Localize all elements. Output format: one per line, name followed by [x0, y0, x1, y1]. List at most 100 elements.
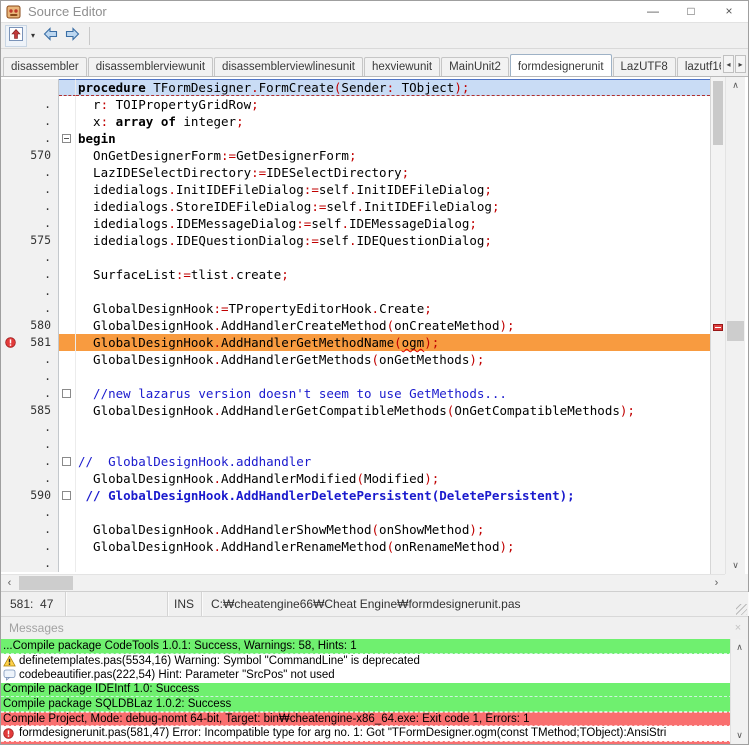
code-text[interactable]: GlobalDesignHook.AddHandlerCreateMethod(… [76, 317, 725, 334]
code-text[interactable]: idedialogs.IDEMessageDialog:=self.IDEMes… [76, 215, 725, 232]
code-text[interactable] [76, 504, 725, 521]
tab-hexviewunit[interactable]: hexviewunit [364, 57, 440, 76]
fold-margin[interactable] [59, 283, 76, 300]
messages-scroll-down-icon[interactable]: ∨ [731, 727, 748, 744]
fold-margin[interactable] [59, 113, 76, 130]
code-line[interactable]: . begin [1, 130, 725, 147]
code-text[interactable]: GlobalDesignHook.AddHandlerShowMethod(on… [76, 521, 725, 538]
fold-margin[interactable] [59, 419, 76, 436]
code-text[interactable]: GlobalDesignHook:=TPropertyEditorHook.Cr… [76, 300, 725, 317]
code-text[interactable]: idedialogs.StoreIDEFileDialog:=self.Init… [76, 198, 725, 215]
code-text[interactable] [76, 436, 725, 453]
scroll-left-icon[interactable]: ‹ [1, 575, 18, 591]
tab-disassembler[interactable]: disassembler [3, 57, 87, 76]
code-text[interactable]: x: array of integer; [76, 113, 725, 130]
gutter-cell[interactable]: . [1, 215, 59, 232]
jump-dropdown-button[interactable]: ▾ [27, 25, 39, 47]
back-button[interactable] [39, 25, 61, 47]
code-editor[interactable]: procedure TFormDesigner.FormCreate(Sende… [1, 77, 748, 591]
scroll-right-icon[interactable]: › [708, 575, 725, 591]
minimize-button[interactable]: — [634, 1, 672, 22]
tab-lazutf16[interactable]: lazutf16 [677, 57, 721, 76]
code-line[interactable]: . [1, 368, 725, 385]
code-line[interactable]: . x: array of integer; [1, 113, 725, 130]
code-line[interactable]: 590 // GlobalDesignHook.AddHandlerDelete… [1, 487, 725, 504]
gutter-cell[interactable]: . [1, 538, 59, 555]
code-text[interactable] [76, 249, 725, 266]
code-fold-icon[interactable] [62, 134, 71, 143]
fold-margin[interactable] [59, 232, 76, 249]
tab-disassemblerviewlinesunit[interactable]: disassemblerviewlinesunit [214, 57, 363, 76]
message-row[interactable]: Compile package IDEIntf 1.0: Success [1, 683, 732, 698]
fold-margin[interactable] [59, 453, 76, 470]
code-text[interactable]: GlobalDesignHook.AddHandlerGetMethods(on… [76, 351, 725, 368]
code-line[interactable]: . // GlobalDesignHook.addhandler [1, 453, 725, 470]
code-line[interactable]: . idedialogs.InitIDEFileDialog:=self.Ini… [1, 181, 725, 198]
gutter-cell[interactable]: . [1, 130, 59, 147]
gutter-cell[interactable]: . [1, 453, 59, 470]
code-text[interactable]: GlobalDesignHook.AddHandlerGetCompatible… [76, 402, 725, 419]
code-text[interactable]: GlobalDesignHook.AddHandlerModified(Modi… [76, 470, 725, 487]
code-text[interactable] [76, 283, 725, 300]
editor-vertical-scrollbar[interactable]: ∧ ∨ [725, 77, 745, 574]
code-text[interactable]: // GlobalDesignHook.addhandler [76, 453, 725, 470]
gutter-cell[interactable]: . [1, 504, 59, 521]
code-line[interactable]: . [1, 436, 725, 453]
tab-LazUTF8[interactable]: LazUTF8 [613, 57, 676, 76]
gutter-cell[interactable]: . [1, 521, 59, 538]
tab-scroll-left-button[interactable]: ◂ [723, 55, 734, 73]
tab-formdesignerunit[interactable]: formdesignerunit [510, 54, 612, 76]
code-text[interactable]: procedure TFormDesigner.FormCreate(Sende… [76, 79, 725, 96]
code-text[interactable]: SurfaceList:=tlist.create; [76, 266, 725, 283]
code-text[interactable]: OnGetDesignerForm:=GetDesignerForm; [76, 147, 725, 164]
scroll-down-icon[interactable]: ∨ [726, 557, 745, 574]
code-line[interactable]: 580 GlobalDesignHook.AddHandlerCreateMet… [1, 317, 725, 334]
fold-margin[interactable] [59, 147, 76, 164]
gutter-cell[interactable]: 581 [1, 334, 59, 351]
scroll-up-icon[interactable]: ∧ [726, 77, 745, 94]
code-fold-icon[interactable] [62, 389, 71, 398]
fold-margin[interactable] [59, 249, 76, 266]
code-text[interactable] [76, 419, 725, 436]
message-row[interactable]: Compile Project, Mode: debug-nomt 64-bit… [1, 712, 732, 727]
gutter-cell[interactable]: . [1, 198, 59, 215]
forward-button[interactable] [61, 25, 83, 47]
code-line[interactable]: . SurfaceList:=tlist.create; [1, 266, 725, 283]
gutter-cell[interactable]: . [1, 368, 59, 385]
code-line[interactable]: . GlobalDesignHook.AddHandlerModified(Mo… [1, 470, 725, 487]
fold-margin[interactable] [59, 334, 76, 351]
code-fold-icon[interactable] [62, 491, 71, 500]
code-text[interactable]: GlobalDesignHook.AddHandlerGetMethodName… [76, 334, 725, 351]
code-line[interactable]: . r: TOIPropertyGridRow; [1, 96, 725, 113]
code-line[interactable]: . GlobalDesignHook.AddHandlerRenameMetho… [1, 538, 725, 555]
horizontal-scroll-thumb[interactable] [19, 576, 73, 590]
resize-grip[interactable] [736, 604, 747, 615]
gutter-cell[interactable]: . [1, 419, 59, 436]
fold-margin[interactable] [59, 555, 76, 572]
code-line[interactable]: 585 GlobalDesignHook.AddHandlerGetCompat… [1, 402, 725, 419]
code-text[interactable]: idedialogs.InitIDEFileDialog:=self.InitI… [76, 181, 725, 198]
fold-margin[interactable] [59, 538, 76, 555]
code-text[interactable] [76, 368, 725, 385]
gutter-cell[interactable]: . [1, 283, 59, 300]
code-line[interactable]: 570 OnGetDesignerForm:=GetDesignerForm; [1, 147, 725, 164]
code-line[interactable]: . [1, 249, 725, 266]
close-button[interactable]: × [710, 1, 748, 22]
maximize-button[interactable]: □ [672, 1, 710, 22]
fold-margin[interactable] [59, 215, 76, 232]
gutter-cell[interactable]: . [1, 181, 59, 198]
code-text[interactable]: begin [76, 130, 725, 147]
fold-margin[interactable] [59, 504, 76, 521]
code-text[interactable] [76, 555, 725, 572]
code-line[interactable]: . idedialogs.IDEMessageDialog:=self.IDEM… [1, 215, 725, 232]
fold-margin[interactable] [59, 300, 76, 317]
tab-disassemblerviewunit[interactable]: disassemblerviewunit [88, 57, 213, 76]
gutter-cell[interactable]: . [1, 249, 59, 266]
fold-margin[interactable] [59, 79, 76, 96]
gutter-cell[interactable]: . [1, 385, 59, 402]
code-line[interactable]: . GlobalDesignHook:=TPropertyEditorHook.… [1, 300, 725, 317]
fold-margin[interactable] [59, 368, 76, 385]
message-row[interactable]: codebeautifier.pas(222,54) Hint: Paramet… [1, 668, 732, 683]
editor-horizontal-scrollbar[interactable]: ‹ › [1, 574, 725, 591]
vertical-scroll-thumb[interactable] [727, 321, 744, 341]
